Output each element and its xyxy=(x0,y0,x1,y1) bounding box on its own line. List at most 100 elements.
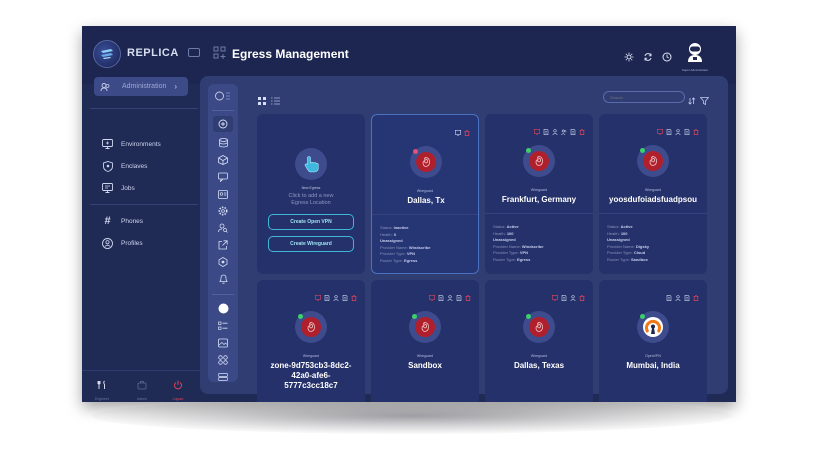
document-icon[interactable] xyxy=(456,288,462,301)
egress-card[interactable]: Wireguard zone-9d753cb3-8dc2- 42a0-afe6-… xyxy=(257,280,365,402)
database-icon[interactable] xyxy=(217,137,229,149)
new-egress-subtitle-line2: Egress Location xyxy=(291,200,331,206)
status-label: Status: xyxy=(493,224,506,229)
monitor-action-icon[interactable] xyxy=(552,288,559,302)
server-icon[interactable] xyxy=(217,371,229,383)
grid-view-icon[interactable] xyxy=(258,92,266,110)
create-open-vpn-button[interactable]: Create Open VPN xyxy=(268,214,354,230)
app-name: REPLICA xyxy=(127,47,179,59)
user-icon[interactable] xyxy=(447,288,453,302)
monitor-action-icon[interactable] xyxy=(455,123,462,137)
health-value: 100 xyxy=(620,230,628,236)
cube-icon[interactable] xyxy=(217,154,229,166)
assignment-value: Unassigned xyxy=(607,237,630,242)
new-egress-subtitle: Click to add a new Egress Location xyxy=(257,193,365,207)
trash-icon[interactable] xyxy=(579,122,585,135)
document-icon[interactable] xyxy=(666,288,672,301)
trash-icon[interactable] xyxy=(465,288,471,301)
document-icon[interactable] xyxy=(543,122,549,135)
egress-card[interactable]: Wireguard Dallas, Tx Status: Inactive He… xyxy=(371,114,479,274)
trash-icon[interactable] xyxy=(579,288,585,301)
sidebar-item-enclaves[interactable]: Enclaves xyxy=(102,160,147,172)
monitor-action-icon[interactable] xyxy=(315,288,322,302)
circle-status-icon[interactable] xyxy=(217,302,229,314)
hex-settings-icon[interactable] xyxy=(217,256,229,268)
sidebar-item-phones[interactable]: # Phones xyxy=(102,215,143,227)
provider-type-label: Wireguard xyxy=(530,354,548,358)
monitor-action-icon[interactable] xyxy=(429,288,436,302)
egress-details: Status: Active Health: 100 Unassigned Pr… xyxy=(493,224,543,263)
administration-button[interactable]: Administration › xyxy=(94,77,188,96)
layers-toggle-icon[interactable] xyxy=(215,90,231,102)
search-input[interactable] xyxy=(603,91,685,103)
document-icon[interactable] xyxy=(684,288,690,301)
provider-type-label: Wireguard xyxy=(416,189,434,193)
user-icon[interactable] xyxy=(675,288,681,302)
document-icon[interactable] xyxy=(666,122,672,135)
sidebar-item-profiles[interactable]: Profiles xyxy=(102,237,143,249)
refresh-icon[interactable] xyxy=(643,49,653,61)
user-icon[interactable] xyxy=(333,288,339,302)
replica-logo-icon xyxy=(93,40,121,68)
health-label: Health: xyxy=(380,231,393,237)
user-icon[interactable] xyxy=(675,122,681,136)
trash-icon[interactable] xyxy=(693,122,699,135)
egress-plus-icon[interactable] xyxy=(213,116,233,132)
tool-divider xyxy=(212,110,234,111)
list-view-icon[interactable] xyxy=(271,92,280,110)
sidebar-toggle-icon[interactable] xyxy=(188,48,200,57)
new-egress-card[interactable]: New Egress Click to add a new Egress Loc… xyxy=(257,114,365,274)
pointer-hand-icon xyxy=(302,155,320,173)
document-icon[interactable] xyxy=(438,288,444,301)
document-icon[interactable] xyxy=(684,122,690,135)
egress-details: Status: Active Health: 100 Unassigned Pr… xyxy=(607,224,649,263)
create-wireguard-button[interactable]: Create Wireguard xyxy=(268,236,354,252)
document-icon[interactable] xyxy=(342,288,348,301)
egress-card[interactable]: Wireguard Sandbox xyxy=(371,280,479,402)
status-dot-active xyxy=(412,314,417,319)
new-egress-subtitle-line1: Click to add a new xyxy=(288,193,334,199)
monitor-action-icon[interactable] xyxy=(657,122,664,136)
user-avatar[interactable]: Super Administrator xyxy=(680,42,710,76)
provider-type-detail-label: Provider Type: xyxy=(493,250,519,255)
chat-icon[interactable] xyxy=(217,171,229,183)
egress-name: Frankfurt, Germany xyxy=(501,195,577,204)
user-icon[interactable] xyxy=(570,288,576,302)
filter-controls xyxy=(688,92,710,110)
card-actions xyxy=(429,288,471,302)
document-icon[interactable] xyxy=(324,288,330,301)
sun-icon[interactable] xyxy=(624,49,634,62)
clock-icon[interactable] xyxy=(662,49,672,62)
logout-label: Logout xyxy=(172,397,184,401)
checklist-icon[interactable] xyxy=(217,320,229,332)
document-icon[interactable] xyxy=(561,288,567,301)
filter-icon[interactable] xyxy=(699,92,710,110)
users-action-icon[interactable] xyxy=(561,122,567,136)
egress-card[interactable]: Wireguard Dallas, Texas xyxy=(485,280,593,402)
external-link-icon[interactable] xyxy=(217,239,229,251)
egress-card[interactable]: OpenVPN Mumbai, India xyxy=(599,280,707,402)
admin-button[interactable]: Admin xyxy=(130,377,154,401)
trash-icon[interactable] xyxy=(464,123,470,136)
sidebar-item-environments[interactable]: Environments xyxy=(102,138,161,150)
trash-icon[interactable] xyxy=(351,288,357,301)
users-search-icon[interactable] xyxy=(217,222,229,234)
provider-name-value: Windscribe xyxy=(521,243,544,249)
egress-card[interactable]: Wireguard yoosdufoiadsfuadpsou Status: A… xyxy=(599,114,707,274)
bell-icon[interactable] xyxy=(217,273,229,285)
sort-icon[interactable] xyxy=(688,92,696,110)
egress-card[interactable]: Wireguard Frankfurt, Germany Status: Act… xyxy=(485,114,593,274)
tool-strip xyxy=(208,84,238,382)
engineer-button[interactable]: Engineer xyxy=(90,377,114,401)
sidebar-item-jobs[interactable]: Jobs xyxy=(102,182,135,194)
monitor-action-icon[interactable] xyxy=(534,122,541,136)
health-value: 0 xyxy=(393,231,397,237)
id-card-icon[interactable] xyxy=(217,188,229,200)
document-icon[interactable] xyxy=(570,122,576,135)
trash-icon[interactable] xyxy=(693,288,699,301)
image-gallery-icon[interactable] xyxy=(217,337,229,349)
user-icon[interactable] xyxy=(552,122,558,136)
network-icon[interactable] xyxy=(217,354,229,366)
settings-gear-icon[interactable] xyxy=(217,205,229,217)
logout-button[interactable]: Logout xyxy=(166,377,190,401)
